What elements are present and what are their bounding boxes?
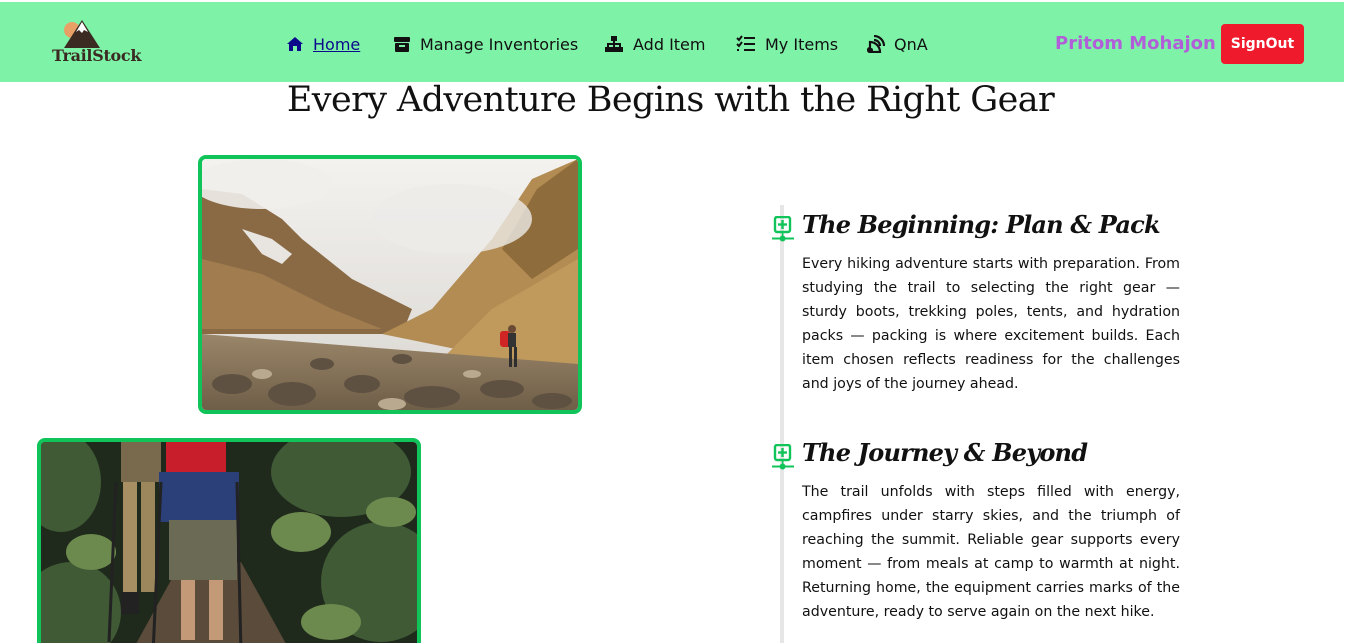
- mountain-logo-icon: [64, 20, 100, 48]
- timeline-line: [780, 205, 784, 643]
- section-title-journey: The Journey & Beyond: [802, 438, 1088, 467]
- nav-add-item-label: Add Item: [633, 34, 706, 54]
- nav-qna[interactable]: QnA: [867, 32, 928, 56]
- nav-manage-inventories[interactable]: Manage Inventories: [393, 32, 578, 56]
- home-icon: [287, 37, 303, 51]
- nav-my-items-label: My Items: [765, 34, 839, 54]
- nav-manage-inventories-label: Manage Inventories: [420, 34, 579, 54]
- nav-my-items[interactable]: My Items: [736, 32, 838, 56]
- timeline-plus-icon: [772, 444, 794, 470]
- section-title-beginning: The Beginning: Plan & Pack: [802, 210, 1161, 239]
- list-check-icon: [736, 35, 755, 51]
- page-title: Every Adventure Begins with the Right Ge…: [286, 80, 1055, 120]
- section-text-journey: The trail unfolds with steps filled with…: [802, 484, 1180, 620]
- timeline-plus-icon: [772, 216, 794, 242]
- nav-qna-label: QnA: [894, 34, 928, 54]
- forest-hikers-photo: [37, 438, 421, 643]
- nav-add-item[interactable]: Add Item: [604, 32, 705, 56]
- nav-home-label: Home: [313, 34, 361, 54]
- sitemap-icon: [605, 36, 623, 52]
- blog-icon: [867, 35, 885, 53]
- signout-button[interactable]: SignOut: [1221, 24, 1304, 64]
- logo[interactable]: TrailStock: [52, 18, 142, 66]
- mountain-valley-photo: [198, 155, 582, 414]
- nav-home[interactable]: Home: [286, 32, 360, 56]
- navbar: TrailStock Home Manage Inventories Add I…: [0, 2, 1344, 82]
- archive-icon: [394, 37, 410, 52]
- user-name: Pritom Mohajon: [1055, 33, 1216, 54]
- section-text-beginning: Every hiking adventure starts with prepa…: [802, 256, 1180, 392]
- logo-text: TrailStock: [52, 46, 142, 65]
